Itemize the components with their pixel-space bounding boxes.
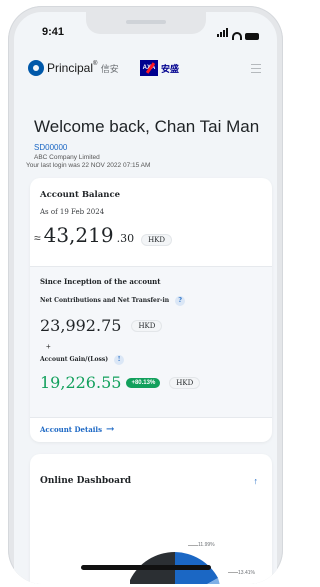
- wifi-icon: [232, 32, 242, 40]
- signal-icon: [217, 28, 229, 40]
- gain-label: Account Gain/(Loss)!: [40, 355, 125, 365]
- status-icons: [217, 28, 259, 40]
- currency-badge: HKD: [131, 319, 163, 332]
- approx-sign: ≈: [34, 231, 41, 245]
- battery-icon: [245, 33, 259, 40]
- home-indicator[interactable]: [80, 565, 211, 570]
- company-name: ABC Company Limited: [34, 154, 100, 161]
- welcome-heading: Welcome back, Chan Tai Man: [34, 117, 260, 136]
- balance-decimal: .30: [116, 232, 135, 245]
- since-inception-section: Since Inception of the account Net Contr…: [30, 266, 272, 418]
- pie-label: 11.99%: [198, 542, 215, 548]
- menu-icon[interactable]: [251, 64, 261, 76]
- since-inception-title: Since Inception of the account: [40, 277, 161, 286]
- status-time: 9:41: [42, 26, 65, 38]
- net-contrib-value: 23,992.75: [40, 316, 122, 335]
- account-details-link[interactable]: Account Details →: [40, 424, 114, 435]
- brand-name: Principal: [47, 61, 94, 75]
- account-details-label: Account Details: [40, 425, 103, 434]
- arrow-right-icon: →: [106, 424, 115, 435]
- pie-leader-line: [188, 545, 198, 546]
- balance-title: Account Balance: [40, 190, 121, 200]
- net-contrib-row: 23,992.75 HKD: [40, 316, 163, 335]
- dashboard-title: Online Dashboard: [40, 476, 132, 486]
- info-icon[interactable]: !: [114, 355, 125, 365]
- gain-row: 19,226.55 +80.13% HKD: [40, 373, 201, 392]
- currency-badge: HKD: [169, 376, 201, 389]
- last-login: Your last login was 22 NOV 2022 07:15 AM: [26, 162, 151, 169]
- axa-cn: 安盛: [161, 63, 180, 74]
- account-balance-card: Account Balance As of 19 Feb 2024 ≈ 43,2…: [30, 178, 272, 442]
- collapse-icon[interactable]: ↑: [254, 476, 259, 486]
- status-bar: 9:41: [32, 26, 259, 42]
- gain-pct-badge: +80.13%: [126, 377, 161, 388]
- balance-amount: ≈ 43,219 .30 HKD: [34, 223, 173, 247]
- net-contrib-label-text: Net Contributions and Net Transfer-in: [40, 297, 170, 304]
- pie-label: 13.41%: [238, 570, 255, 576]
- app-header: Principal® 信安 AXA 安盛: [28, 56, 263, 82]
- member-id: SD00000: [34, 143, 68, 152]
- gain-label-text: Account Gain/(Loss): [40, 356, 109, 363]
- net-contrib-label: Net Contributions and Net Transfer-in?: [40, 296, 186, 306]
- gain-value: 19,226.55: [40, 373, 122, 392]
- brand-cn: 信安: [100, 64, 119, 74]
- brand-logo-text: Principal® 信安: [47, 61, 119, 75]
- balance-as-of: As of 19 Feb 2024: [40, 208, 105, 216]
- principal-logo-icon[interactable]: [28, 60, 44, 76]
- plus-sign: +: [46, 342, 51, 351]
- balance-main: 43,219: [43, 223, 114, 247]
- axa-logo: AXA 安盛: [140, 60, 179, 76]
- speaker: [125, 20, 166, 24]
- axa-logo-icon: AXA: [140, 60, 158, 76]
- currency-badge: HKD: [141, 234, 173, 246]
- pie-leader-line: [228, 572, 238, 573]
- app-screen: 9:41 Principal® 信安 AXA 安盛 Welcome back, …: [14, 12, 277, 584]
- help-icon[interactable]: ?: [175, 296, 186, 306]
- phone-frame: 9:41 Principal® 信安 AXA 安盛 Welcome back, …: [8, 6, 283, 584]
